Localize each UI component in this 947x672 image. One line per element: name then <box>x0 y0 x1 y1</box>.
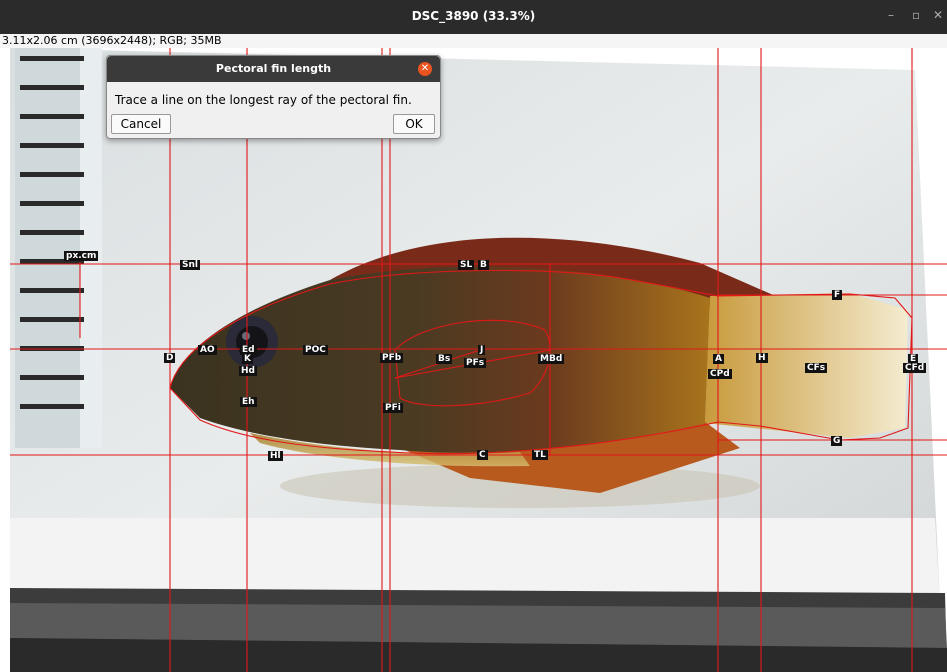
landmark-bs: Bs <box>436 354 453 364</box>
window-title: DSC_3890 (33.3%) <box>411 9 536 23</box>
landmark-j: J <box>478 345 486 355</box>
landmark-b: B <box>478 260 489 270</box>
landmark-tl: TL <box>532 450 548 460</box>
landmark-ao: AO <box>198 345 217 355</box>
landmark-c: C <box>477 450 488 460</box>
landmark-sl: SL <box>458 260 475 270</box>
dialog-message: Trace a line on the longest ray of the p… <box>115 93 412 107</box>
image-canvas[interactable]: px.cm Snl SL B F E D AO Ed K Hd POC PFb … <box>0 48 947 672</box>
landmark-k: K <box>242 354 253 364</box>
landmark-px-cm: px.cm <box>64 251 99 261</box>
landmark-pfs: PFs <box>464 358 487 368</box>
dialog-titlebar: Pectoral fin length ✕ <box>107 56 440 82</box>
dialog-close-icon[interactable]: ✕ <box>418 62 432 76</box>
landmark-h: H <box>756 353 768 363</box>
landmark-pfb: PFb <box>380 353 404 363</box>
close-icon[interactable]: ✕ <box>933 8 943 22</box>
pectoral-fin-dialog: Pectoral fin length ✕ Trace a line on th… <box>106 55 441 139</box>
cancel-button[interactable]: Cancel <box>111 114 171 134</box>
landmark-eh: Eh <box>240 397 257 407</box>
maximize-icon[interactable]: ▫ <box>912 8 920 22</box>
landmark-pfi: PFi <box>383 403 403 413</box>
ok-button[interactable]: OK <box>393 114 435 134</box>
landmark-cfs: CFs <box>805 363 828 373</box>
landmark-cfd: CFd <box>903 363 927 373</box>
landmark-hl: Hl <box>268 451 283 461</box>
landmark-cpd: CPd <box>708 369 732 379</box>
minimize-icon[interactable]: – <box>888 8 894 22</box>
landmark-g: G <box>831 436 843 446</box>
landmark-a: A <box>713 354 724 364</box>
landmark-d: D <box>164 353 176 363</box>
dialog-title: Pectoral fin length <box>215 62 332 75</box>
landmark-f: F <box>832 290 843 300</box>
landmark-mbd: MBd <box>538 354 565 364</box>
landmark-poc: POC <box>303 345 328 355</box>
window-titlebar: DSC_3890 (33.3%) – ▫ ✕ <box>0 0 947 34</box>
image-info-bar: 3.11x2.06 cm (3696x2448); RGB; 35MB <box>0 34 947 48</box>
landmark-snl: Snl <box>180 260 200 270</box>
landmark-hd: Hd <box>239 366 257 376</box>
